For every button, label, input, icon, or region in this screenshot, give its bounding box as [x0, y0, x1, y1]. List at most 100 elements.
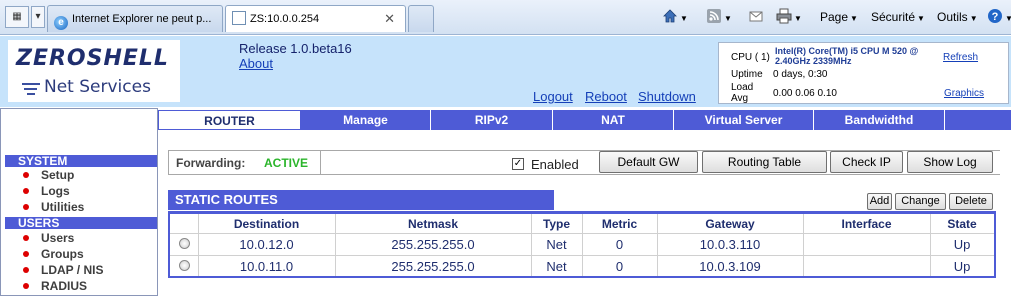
browser-toolbar: ▦ ▾ e Internet Explorer ne peut p... ZS:1…	[0, 0, 1011, 35]
sidebar-item-radius[interactable]: RADIUS	[23, 279, 87, 294]
sidebar-item-label: Setup	[41, 168, 75, 182]
read-mail-button[interactable]	[748, 8, 764, 26]
add-route-button[interactable]: Add	[867, 193, 892, 210]
sidebar-item-label: RADIUS	[41, 279, 88, 293]
routing-table-button[interactable]: Routing Table	[702, 151, 827, 173]
delete-route-button[interactable]: Delete	[949, 193, 993, 210]
default-gw-button[interactable]: Default GW	[599, 151, 698, 173]
uptime-value: 0 days, 0:30	[773, 69, 828, 80]
bullet-icon	[23, 188, 29, 194]
sidebar-item-logs[interactable]: Logs	[23, 184, 70, 199]
cell-netmask: 255.255.255.0	[391, 237, 475, 252]
logout-link[interactable]: Logout	[533, 89, 573, 104]
check-ip-button[interactable]: Check IP	[830, 151, 903, 173]
cell-gateway: 10.0.3.109	[699, 259, 761, 274]
sidebar-item-label: Groups	[41, 247, 84, 261]
cell-state: Up	[953, 237, 971, 252]
mail-icon	[749, 11, 763, 22]
load-value: 0.00 0.06 0.10	[773, 88, 837, 99]
cell-gateway: 10.0.3.110	[699, 237, 761, 252]
enabled-label: Enabled	[531, 157, 579, 172]
bullet-icon	[23, 251, 29, 257]
cell-state: Up	[953, 259, 971, 274]
sidebar-item-label: LDAP / NIS	[41, 263, 104, 277]
print-icon	[776, 8, 792, 24]
logo-main-text: ZEROSHELL	[16, 46, 169, 71]
tools-menu[interactable]: Outils ▼	[937, 8, 978, 26]
page-menu-label: Page	[820, 10, 849, 24]
sidebar-item-utilities[interactable]: Utilities	[23, 200, 84, 215]
tools-menu-label: Outils	[937, 10, 968, 24]
load-label: Load Avg	[731, 82, 754, 104]
bullet-icon	[23, 235, 29, 241]
ie-icon: e	[54, 16, 68, 30]
home-button[interactable]: ▼	[662, 8, 688, 26]
forwarding-label: Forwarding:	[176, 156, 246, 170]
new-tab-button[interactable]	[408, 5, 434, 32]
cell-metric: 0	[615, 237, 624, 252]
tab-virtual-server[interactable]: Virtual Server	[674, 110, 814, 130]
tab-router[interactable]: ROUTER	[158, 110, 301, 130]
forwarding-status: ACTIVE	[264, 156, 309, 170]
help-icon: ?	[988, 9, 1002, 23]
column-header-netmask: Netmask	[407, 217, 459, 231]
tab-title: Internet Explorer ne peut p...	[72, 13, 212, 25]
reboot-link[interactable]: Reboot	[585, 89, 627, 104]
route-select-radio[interactable]	[179, 238, 190, 249]
column-header-destination: Destination	[233, 217, 300, 231]
help-button[interactable]: ? ▼	[987, 8, 1011, 26]
bullet-icon	[23, 204, 29, 210]
forwarding-status-box: Forwarding: ACTIVE	[168, 150, 321, 175]
close-tab-icon[interactable]: ✕	[384, 6, 395, 32]
static-routes-table: Destination Netmask Type Metric Gateway …	[168, 211, 996, 278]
sidebar-item-groups[interactable]: Groups	[23, 247, 84, 262]
route-select-radio[interactable]	[179, 260, 190, 271]
sidebar-item-ldap-nis[interactable]: LDAP / NIS	[23, 263, 103, 278]
show-log-button[interactable]: Show Log	[907, 151, 993, 173]
page-menu[interactable]: Page ▼	[820, 8, 858, 26]
bullet-icon	[23, 172, 29, 178]
uptime-label: Uptime	[731, 69, 763, 80]
cell-netmask: 255.255.255.0	[391, 259, 475, 274]
tab-list-dropdown[interactable]: ▾	[31, 6, 45, 28]
about-link[interactable]: About	[239, 56, 273, 71]
column-header-state: State	[947, 217, 977, 231]
quick-tabs-button[interactable]: ▦	[5, 6, 29, 28]
rss-icon	[707, 9, 721, 23]
refresh-link[interactable]: Refresh	[943, 52, 978, 63]
app-header: ZEROSHELL Net Services Release 1.0.beta1…	[0, 36, 1011, 107]
sidebar-item-setup[interactable]: Setup	[23, 168, 74, 183]
tab-title: ZS:10.0.0.254	[250, 13, 320, 25]
logo-sub-text: Net Services	[44, 77, 151, 97]
cell-type: Net	[546, 259, 567, 274]
feeds-button[interactable]: ▼	[706, 8, 732, 26]
enabled-checkbox[interactable]: ✓	[512, 158, 524, 170]
column-header-interface: Interface	[841, 217, 892, 231]
cell-destination: 10.0.12.0	[239, 237, 294, 252]
browser-tab-ie-error[interactable]: e Internet Explorer ne peut p...	[47, 5, 223, 32]
tab-manage[interactable]: Manage	[301, 110, 431, 130]
tab-bandwidthd[interactable]: Bandwidthd	[814, 110, 945, 130]
table-row[interactable]: 10.0.12.0 255.255.255.0 Net 0 10.0.3.110…	[170, 233, 994, 253]
sidebar: SYSTEM Setup Logs Utilities USERS Users …	[0, 108, 158, 296]
system-info-panel: CPU ( 1) Intel(R) Core(TM) i5 CPU M 520 …	[718, 42, 1009, 104]
tab-ripv2[interactable]: RIPv2	[431, 110, 553, 130]
table-row[interactable]: 10.0.11.0 255.255.255.0 Net 0 10.0.3.109…	[170, 255, 994, 275]
sidebar-item-users[interactable]: Users	[23, 231, 74, 246]
column-header-metric: Metric	[601, 217, 638, 231]
shutdown-link[interactable]: Shutdown	[638, 89, 696, 104]
column-header-gateway: Gateway	[705, 217, 755, 231]
security-menu[interactable]: Sécurité ▼	[871, 8, 925, 26]
browser-tab-zeroshell[interactable]: ZS:10.0.0.254 ✕	[225, 5, 406, 32]
zeroshell-logo: ZEROSHELL Net Services	[8, 40, 180, 102]
graphics-link[interactable]: Graphics	[944, 88, 984, 99]
sidebar-section-system: SYSTEM	[5, 155, 157, 167]
cell-metric: 0	[615, 259, 624, 274]
change-route-button[interactable]: Change	[895, 193, 946, 210]
svg-text:?: ?	[992, 11, 999, 23]
security-menu-label: Sécurité	[871, 10, 916, 24]
tab-nat[interactable]: NAT	[553, 110, 674, 130]
release-version: Release 1.0.beta16	[239, 41, 352, 56]
print-button[interactable]: ▼	[776, 8, 802, 26]
column-header-type: Type	[542, 217, 571, 231]
